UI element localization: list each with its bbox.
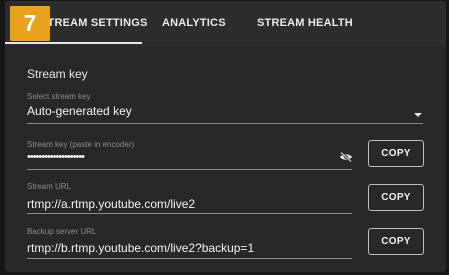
stream-key-heading: Stream key (27, 67, 88, 81)
select-stream-key-underline (27, 123, 423, 124)
stream-url-underline (27, 213, 352, 214)
copy-backup-url-button[interactable]: COPY (368, 228, 424, 255)
copy-stream-key-button[interactable]: COPY (368, 140, 424, 167)
stream-settings-panel: STREAM SETTINGS ANALYTICS STREAM HEALTH … (5, 1, 446, 272)
chevron-down-icon[interactable] (414, 113, 422, 117)
select-stream-key-value[interactable]: Auto-generated key (27, 104, 132, 118)
stream-key-field[interactable]: •••••••••••••••••••• (27, 151, 85, 163)
select-stream-key-label: Select stream key (27, 92, 91, 101)
backup-url-underline (27, 258, 352, 259)
stream-url-label: Stream URL (27, 182, 72, 191)
backup-url-label: Backup server URL (27, 227, 97, 236)
eye-off-icon[interactable] (339, 152, 353, 162)
copy-stream-url-button[interactable]: COPY (368, 184, 424, 211)
active-tab-indicator (5, 42, 142, 44)
tab-bar: STREAM SETTINGS ANALYTICS STREAM HEALTH (5, 1, 446, 46)
backup-url-field[interactable]: rtmp://b.rtmp.youtube.com/live2?backup=1 (27, 241, 254, 255)
tab-analytics[interactable]: ANALYTICS (162, 17, 226, 29)
stream-key-label: Stream key (paste in encoder) (27, 140, 135, 149)
stream-url-field[interactable]: rtmp://a.rtmp.youtube.com/live2 (27, 197, 195, 211)
stream-key-underline (27, 169, 352, 170)
tab-stream-health[interactable]: STREAM HEALTH (257, 17, 353, 29)
callout-number-badge: 7 (10, 6, 50, 41)
tab-stream-settings[interactable]: STREAM SETTINGS (40, 17, 148, 29)
